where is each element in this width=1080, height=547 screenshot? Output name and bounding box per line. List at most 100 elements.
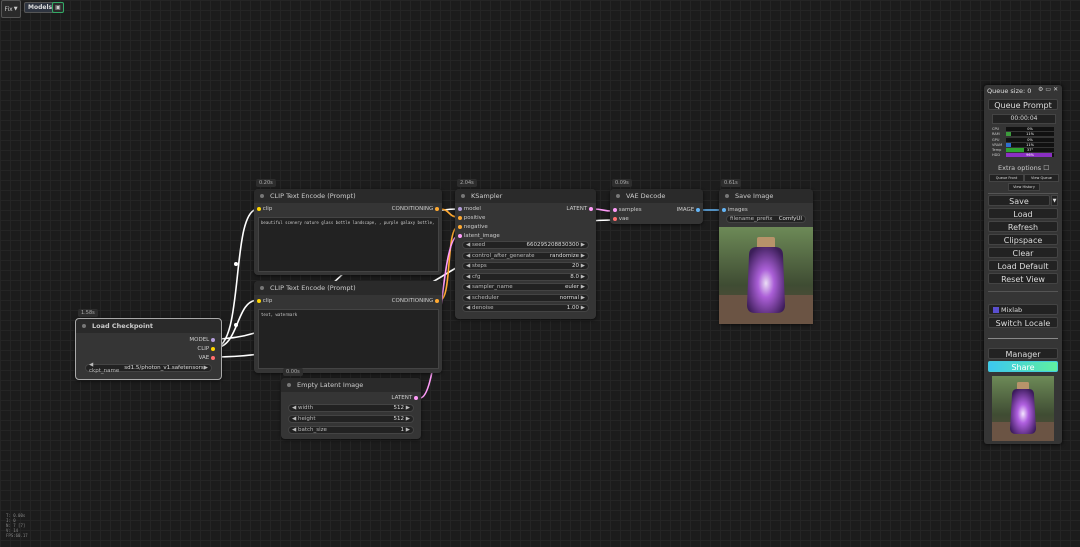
save-button[interactable]: Save	[988, 195, 1050, 206]
output-label: IMAGE	[676, 207, 695, 213]
empty-latent-image-node[interactable]: 0.00s Empty Latent Image LATENT ◀ width 5…	[281, 368, 421, 439]
switch-locale-button[interactable]: Switch Locale	[988, 317, 1058, 328]
manager-button[interactable]: Manager	[988, 348, 1058, 359]
save-image-node[interactable]: 0.61s Save Image images filename_prefix C…	[719, 179, 813, 324]
ksampler-node[interactable]: 2.04s KSampler model positive negative l…	[455, 179, 596, 319]
widget-value: sd1.5/photon_v1.safetensors	[124, 365, 204, 371]
view-queue-button[interactable]: View Queue	[1024, 174, 1059, 182]
input-label: model	[463, 206, 481, 212]
monitor-label: GPU	[992, 137, 1000, 142]
load-button[interactable]: Load	[988, 208, 1058, 219]
height-widget[interactable]: ◀ height 512 ▶	[288, 415, 414, 423]
clear-button[interactable]: Clear	[988, 247, 1058, 258]
input-vae[interactable]: vae	[613, 216, 629, 222]
slot-dot-icon	[613, 208, 617, 212]
seed-widget[interactable]: ◀ seed 660295208830300 ▶	[462, 241, 589, 249]
cfg-widget[interactable]: ◀ cfg 8.0 ▶	[462, 272, 589, 281]
control-after-generate-widget[interactable]: ◀ control_after_generate randomize ▶	[462, 251, 589, 260]
load-default-button[interactable]: Load Default	[988, 260, 1058, 271]
widget-name: width	[297, 405, 314, 411]
mixlab-button[interactable]: Mixlab	[988, 304, 1058, 315]
timer-display: 00:00:04	[992, 114, 1056, 124]
floppy-icon[interactable]: ▣	[52, 2, 64, 13]
input-positive[interactable]: positive	[458, 215, 485, 221]
queue-side-panel: Queue size: 0 ⚙ ▭ ✕ Queue Prompt 00:00:04 …	[984, 85, 1062, 444]
output-conditioning[interactable]: CONDITIONING	[392, 206, 439, 212]
prompt-textarea[interactable]: text, watermark	[258, 309, 439, 369]
vae-decode-node[interactable]: 0.09s VAE Decode samples vae IMAGE	[610, 179, 703, 224]
output-model[interactable]: MODEL	[189, 337, 215, 343]
input-samples[interactable]: samples	[613, 207, 642, 213]
sampler-name-widget[interactable]: ◀ sampler_name euler ▶	[462, 283, 589, 291]
node-title: Load Checkpoint	[92, 322, 153, 330]
input-clip[interactable]: clip	[257, 298, 272, 304]
steps-widget[interactable]: ◀ steps 20 ▶	[462, 262, 589, 270]
gear-icon[interactable]: ⚙	[1038, 86, 1043, 93]
filename-prefix-widget[interactable]: filename_prefix ComfyUI	[726, 215, 806, 223]
clipspace-button[interactable]: Clipspace	[988, 234, 1058, 245]
prompt-textarea[interactable]: beautiful scenery nature glass bottle la…	[258, 217, 439, 272]
checkbox-icon[interactable]: ☐	[1043, 164, 1049, 172]
slot-dot-icon	[211, 347, 215, 351]
clip-text-encode-positive-node[interactable]: 0.20s CLIP Text Encode (Prompt) clip CON…	[254, 179, 442, 275]
queue-prompt-button[interactable]: Queue Prompt	[988, 99, 1058, 110]
input-clip[interactable]: clip	[257, 206, 272, 212]
input-images[interactable]: images	[722, 207, 748, 213]
input-label: images	[727, 207, 748, 213]
latest-image-thumbnail[interactable]	[992, 376, 1054, 441]
input-label: samples	[618, 207, 642, 213]
refresh-button[interactable]: Refresh	[988, 221, 1058, 232]
scheduler-widget[interactable]: ◀ scheduler normal ▶	[462, 293, 589, 302]
output-image-preview[interactable]	[719, 227, 813, 324]
input-latent-image[interactable]: latent_image	[458, 233, 500, 239]
input-model[interactable]: model	[458, 206, 481, 212]
menu-logo-button[interactable]: Fix ▼	[1, 0, 21, 18]
collapse-dot-icon[interactable]	[616, 194, 620, 198]
widget-value: 1	[400, 427, 405, 433]
node-time-badge: 0.61s	[721, 179, 741, 187]
collapse-dot-icon[interactable]	[260, 286, 264, 290]
slot-dot-icon	[458, 216, 462, 220]
reset-view-button[interactable]: Reset View	[988, 273, 1058, 284]
logo-label: Fix	[4, 5, 13, 13]
output-image[interactable]: IMAGE	[676, 207, 700, 213]
monitor-bar: 11%	[1006, 132, 1054, 137]
clip-text-encode-negative-node[interactable]: CLIP Text Encode (Prompt) clip CONDITION…	[254, 281, 442, 373]
slot-dot-icon	[211, 338, 215, 342]
extra-options-label[interactable]: Extra options ☐	[998, 164, 1049, 172]
folder-icon[interactable]: ▭	[1045, 86, 1051, 93]
widget-name: filename_prefix	[730, 216, 773, 222]
output-latent[interactable]: LATENT	[566, 206, 593, 212]
monitor-value: 37°	[1026, 148, 1034, 153]
widget-name: control_after_generate	[471, 252, 535, 259]
top-bar: Fix ▼ Models ▣	[0, 0, 1080, 18]
node-title: VAE Decode	[626, 192, 666, 200]
collapse-dot-icon[interactable]	[287, 383, 291, 387]
input-negative[interactable]: negative	[458, 224, 488, 230]
collapse-dot-icon[interactable]	[82, 324, 86, 328]
share-button[interactable]: Share	[988, 361, 1058, 372]
width-widget[interactable]: ◀ width 512 ▶	[288, 404, 414, 412]
denoise-widget[interactable]: ◀ denoise 1.00 ▶	[462, 304, 589, 312]
close-icon[interactable]: ✕	[1053, 86, 1058, 93]
load-checkpoint-node[interactable]: 1.58s Load Checkpoint MODEL CLIP VAE ◀ c…	[75, 309, 222, 380]
monitor-value: 0%	[1027, 127, 1033, 132]
divider	[988, 338, 1058, 339]
queue-front-button[interactable]: Queue Front	[989, 174, 1024, 182]
save-dropdown-icon[interactable]: ▼	[1051, 195, 1058, 206]
batch-size-widget[interactable]: ◀ batch_size 1 ▶	[288, 426, 414, 434]
slot-dot-icon	[458, 225, 462, 229]
output-clip[interactable]: CLIP	[197, 346, 215, 352]
output-conditioning[interactable]: CONDITIONING	[392, 298, 439, 304]
collapse-dot-icon[interactable]	[260, 194, 264, 198]
collapse-dot-icon[interactable]	[461, 194, 465, 198]
input-label: clip	[262, 206, 273, 212]
view-history-button[interactable]: View History	[1008, 183, 1040, 191]
widget-value: 512	[393, 405, 405, 411]
collapse-dot-icon[interactable]	[725, 194, 729, 198]
slot-dot-icon	[458, 234, 462, 238]
ckpt-name-widget[interactable]: ◀ ckpt_name sd1.5/photon_v1.safetensors ▶	[85, 362, 212, 374]
output-vae[interactable]: VAE	[199, 355, 215, 361]
divider	[988, 193, 1058, 194]
output-latent[interactable]: LATENT	[391, 395, 418, 401]
